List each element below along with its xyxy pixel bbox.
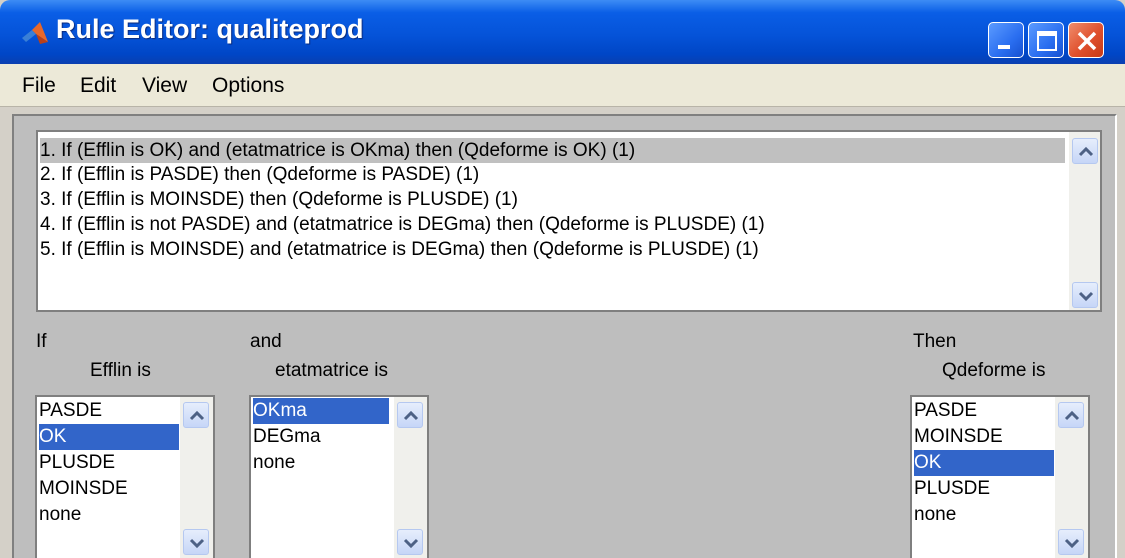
menu-file[interactable]: File bbox=[22, 74, 56, 98]
list-item[interactable]: none bbox=[39, 502, 81, 528]
matlab-logo-icon bbox=[20, 20, 50, 46]
rule-item[interactable]: 3. If (Efflin is MOINSDE) then (Qdeforme… bbox=[40, 187, 518, 212]
chevron-down-icon bbox=[1064, 538, 1080, 549]
window-title: Rule Editor: qualiteprod bbox=[56, 14, 364, 44]
listbox-scrollbar[interactable] bbox=[394, 397, 427, 558]
menu-edit[interactable]: Edit bbox=[80, 74, 116, 98]
list-item[interactable]: PASDE bbox=[914, 398, 977, 424]
list-item[interactable]: DEGma bbox=[253, 424, 321, 450]
rule-item[interactable]: 4. If (Efflin is not PASDE) and (etatmat… bbox=[40, 212, 765, 237]
rule-editor-window: Rule Editor: qualiteprod File Edit View … bbox=[0, 0, 1125, 558]
rule-item[interactable]: 1. If (Efflin is OK) and (etatmatrice is… bbox=[40, 138, 1065, 163]
close-button[interactable] bbox=[1068, 22, 1104, 58]
then-variable-label: Qdeforme is bbox=[942, 360, 1046, 381]
rules-scrollbar[interactable] bbox=[1069, 132, 1100, 310]
list-item[interactable]: none bbox=[914, 502, 956, 528]
chevron-down-icon bbox=[189, 538, 205, 549]
list-item[interactable]: OKma bbox=[253, 398, 389, 424]
minimize-icon bbox=[998, 45, 1010, 49]
list-item[interactable]: MOINSDE bbox=[39, 476, 128, 502]
chevron-up-icon bbox=[403, 410, 419, 421]
maximize-button[interactable] bbox=[1028, 22, 1064, 58]
chevron-down-icon bbox=[403, 538, 419, 549]
and-label: and bbox=[250, 331, 282, 352]
scroll-up-button[interactable] bbox=[397, 402, 423, 428]
if-variable-label: Efflin is bbox=[90, 360, 151, 381]
rule-item[interactable]: 2. If (Efflin is PASDE) then (Qdeforme i… bbox=[40, 162, 479, 187]
scroll-up-button[interactable] bbox=[1072, 138, 1098, 164]
scroll-down-button[interactable] bbox=[397, 529, 423, 555]
then-label: Then bbox=[913, 331, 957, 352]
scroll-up-button[interactable] bbox=[183, 402, 209, 428]
if-efflin-listbox[interactable]: PASDE OK PLUSDE MOINSDE none bbox=[35, 395, 215, 558]
maximize-icon bbox=[1037, 31, 1057, 51]
list-item[interactable]: PLUSDE bbox=[39, 450, 115, 476]
menu-options[interactable]: Options bbox=[212, 74, 284, 98]
scroll-down-button[interactable] bbox=[1072, 282, 1098, 308]
close-icon bbox=[1077, 31, 1097, 51]
menu-view[interactable]: View bbox=[142, 74, 187, 98]
chevron-up-icon bbox=[1078, 146, 1094, 157]
and-variable-label: etatmatrice is bbox=[275, 360, 388, 381]
chevron-up-icon bbox=[189, 410, 205, 421]
scroll-up-button[interactable] bbox=[1058, 402, 1084, 428]
title-bar[interactable]: Rule Editor: qualiteprod bbox=[0, 0, 1125, 64]
minimize-button[interactable] bbox=[988, 22, 1024, 58]
rules-list[interactable]: 1. If (Efflin is OK) and (etatmatrice is… bbox=[36, 130, 1102, 312]
list-item[interactable]: OK bbox=[914, 450, 1054, 476]
menu-bar: File Edit View Options bbox=[0, 64, 1125, 107]
if-label: If bbox=[36, 331, 47, 352]
listbox-scrollbar[interactable] bbox=[1055, 397, 1088, 558]
list-item[interactable]: PASDE bbox=[39, 398, 183, 424]
list-item[interactable]: none bbox=[253, 450, 295, 476]
scroll-down-button[interactable] bbox=[1058, 529, 1084, 555]
listbox-scrollbar[interactable] bbox=[180, 397, 213, 558]
chevron-down-icon bbox=[1078, 291, 1094, 302]
list-item[interactable]: OK bbox=[39, 424, 179, 450]
scroll-down-button[interactable] bbox=[183, 529, 209, 555]
list-item[interactable]: MOINSDE bbox=[914, 424, 1003, 450]
then-qdeforme-listbox[interactable]: PASDE MOINSDE OK PLUSDE none bbox=[910, 395, 1090, 558]
and-etatmatrice-listbox[interactable]: OKma DEGma none bbox=[249, 395, 429, 558]
rule-item[interactable]: 5. If (Efflin is MOINSDE) and (etatmatri… bbox=[40, 237, 759, 262]
list-item[interactable]: PLUSDE bbox=[914, 476, 990, 502]
chevron-up-icon bbox=[1064, 410, 1080, 421]
